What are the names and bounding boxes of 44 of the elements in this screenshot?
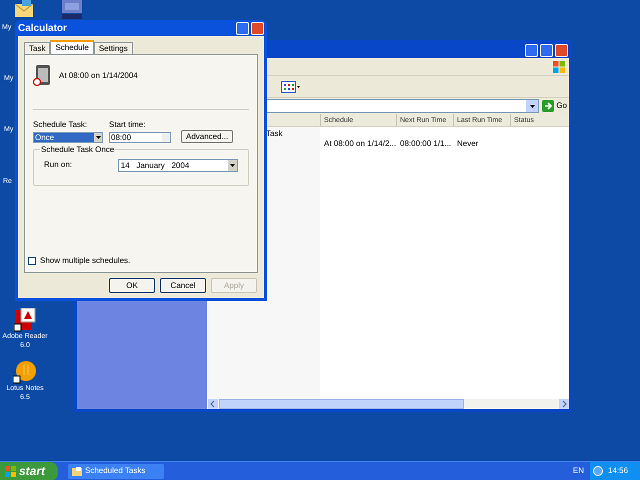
horizontal-scrollbar[interactable] xyxy=(208,399,569,409)
dialog-button[interactable]: OK xyxy=(109,278,155,293)
close-button[interactable] xyxy=(555,44,568,57)
field-label: Schedule Task: xyxy=(33,119,88,131)
table-cell: 08:00:00 1/1... xyxy=(400,139,452,148)
folder-icon xyxy=(72,466,82,476)
date-dropdown[interactable]: 14 January 2004 xyxy=(118,159,238,172)
document-icon[interactable] xyxy=(14,308,36,332)
arrow-icon xyxy=(542,100,554,112)
envelope-icon[interactable] xyxy=(14,0,34,18)
windows-logo-icon xyxy=(553,60,565,72)
help-button[interactable] xyxy=(236,22,249,34)
expand-tray-button[interactable] xyxy=(593,466,603,476)
multiple-schedules-checkbox[interactable]: Show multiple schedules. xyxy=(28,255,249,267)
schedule-summary: At 08:00 on 1/14/2004 xyxy=(59,70,138,82)
table-cell: At 08:00 on 1/14/2... xyxy=(324,139,396,148)
caret-icon xyxy=(96,136,100,139)
close-button[interactable] xyxy=(251,22,264,34)
dialog-button[interactable]: Cancel xyxy=(160,278,206,293)
minimize-button[interactable] xyxy=(525,44,538,57)
scrollbar-thumb[interactable] xyxy=(219,399,464,409)
advanced-button[interactable]: Advanced... xyxy=(181,130,234,143)
schedule-dropdown[interactable]: Once xyxy=(33,132,103,143)
window-title: Calculator xyxy=(18,22,67,36)
field-label: Run on: xyxy=(44,159,74,171)
caret-icon xyxy=(230,164,235,167)
language-indicator[interactable]: EN xyxy=(572,465,584,477)
time-field[interactable]: 08:00 xyxy=(109,132,171,143)
caret-icon xyxy=(530,104,535,108)
tab[interactable]: Schedule xyxy=(50,40,94,54)
task-icon xyxy=(33,65,51,87)
tab[interactable]: Settings xyxy=(94,42,133,54)
go-button[interactable]: Go xyxy=(542,100,567,112)
dropdown-button[interactable] xyxy=(526,100,538,112)
view-grid-icon[interactable] xyxy=(281,80,301,92)
windows-logo-icon xyxy=(5,466,16,476)
maximize-button[interactable] xyxy=(540,44,553,57)
task-name[interactable]: Task xyxy=(266,129,282,138)
taskbar-button[interactable]: Scheduled Tasks xyxy=(68,464,164,478)
tab[interactable]: Task xyxy=(24,42,50,54)
clock: 14:56 xyxy=(608,465,628,477)
field-label: Start time: xyxy=(109,119,146,131)
table-cell: Never xyxy=(457,139,478,148)
start-button[interactable]: start xyxy=(0,462,58,480)
